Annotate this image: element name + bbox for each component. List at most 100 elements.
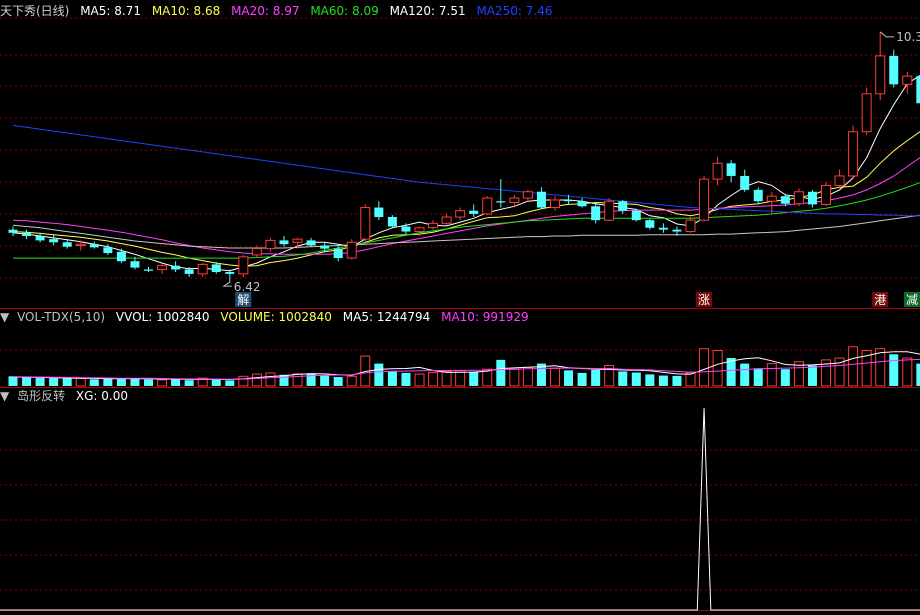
candle-body-up [685,219,696,233]
candle-body-down [171,265,181,270]
volume-bar-down [89,379,99,386]
volume-panel-header: ▼ VOL-TDX(5,10) VVOL: 1002840 VOLUME: 10… [0,308,536,326]
candle-body-down [658,227,668,230]
event-marker-2: 港 [874,293,886,307]
volume-bar-down [333,377,343,386]
volume-bar-up [251,373,262,387]
volume-bar-up [766,363,777,387]
candle-body-down [618,201,628,211]
volume-bar-up [238,375,249,387]
volume-bar-up [428,372,439,387]
candle-body-up [902,75,913,85]
ma5-label: MA5: 8.71 [80,4,141,18]
volume-bar-down [22,377,32,386]
volume-bar-up [902,357,913,387]
candle-body-up [604,200,615,221]
volume-bar-up [699,348,710,387]
volume-bar-up [157,379,168,387]
candle-body-down [591,206,601,221]
main-ma-line-ma10 [12,131,920,267]
volume-bar-down [401,372,411,386]
volume-bar-down [618,371,628,386]
volume-collapse-icon[interactable]: ▼ [0,310,9,324]
volume-bar-down [387,371,397,386]
candle-body-down [916,76,920,104]
volume-bar-down [807,365,817,386]
volume-bar-up [550,367,560,387]
ma250-label: MA250: 7.46 [476,4,553,18]
candle-body-down [49,239,59,243]
candle-body-down [753,189,763,202]
candle-body-up [766,195,777,202]
candle-body-down [116,251,126,262]
volume-title: VOL-TDX(5,10) [17,310,106,324]
volume-bar-down [374,363,384,386]
candle-body-down [306,240,316,246]
volume-bar-up [712,350,723,387]
volume-bar-down [35,377,45,386]
candle-body-up [441,216,452,224]
vol-ma10-label: MA10: 991929 [441,310,529,324]
signal-collapse-icon[interactable]: ▼ [0,389,9,403]
candle-body-down [726,163,736,176]
volume-bar-up [75,377,86,387]
ma10-label: MA10: 8.68 [151,4,221,18]
ma60-label: MA60: 8.09 [310,4,379,18]
volume-bar-down [144,379,153,386]
high-price-label: 10.38 [896,30,920,44]
volume-bar-up [875,348,886,387]
volume-bar-down [916,363,920,386]
volume-bar-down [740,363,750,386]
candle-body-down [279,240,289,245]
volume-bar-down [103,378,113,386]
candle-body-up [455,210,466,218]
candle-body-down [22,232,32,236]
volume-bar-down [49,378,59,386]
candle-body-down [320,245,330,249]
candle-body-down [387,217,397,227]
candle-body-up [265,239,276,250]
volume-bar-down [116,378,126,386]
volume-bar-up [414,373,425,387]
volume-bar-down [62,378,72,386]
candle-body-down [672,229,682,232]
volume-label: VOLUME: 1002840 [220,310,332,324]
candle-body-down [536,191,546,208]
candle-body-down [889,55,899,85]
volume-bar-down [780,369,790,386]
volume-bar-down [320,375,330,386]
candle-body-down [225,271,235,274]
candle-body-up [251,248,262,256]
volume-bar-down [8,376,18,386]
volume-bar-down [211,379,221,386]
candle-body-down [333,248,343,259]
candle-body-up [861,93,872,133]
volume-bar-down [469,371,479,386]
main-panel-header: 天下秀(日线) MA5: 8.71 MA10: 8.68 MA20: 8.97 … [0,2,559,20]
volume-bar-up [522,366,533,387]
candle-body-down [645,220,655,228]
low-price-pointer [222,281,232,287]
volume-bar-up [292,373,303,387]
candle-body-down [807,191,817,205]
vvol-label: VVOL: 1002840 [115,310,210,324]
candle-body-up [482,197,493,215]
candle-body-up [509,197,520,203]
candle-body-up [793,191,804,205]
candle-body-up [550,199,560,209]
candle-body-down [62,242,72,247]
high-price-pointer [879,31,895,38]
volume-bar-up [265,372,276,387]
volume-bar-down [577,372,587,386]
candle-body-up [428,222,439,229]
volume-bar-down [658,375,668,386]
volume-bar-down [889,354,899,386]
candle-body-down [780,196,790,204]
signal-title: 岛形反转 [17,389,66,403]
signal-line-xg [0,407,920,611]
candle-body-down [184,269,194,274]
candle-body-down [631,210,641,221]
volume-bar-up [685,372,696,387]
event-marker-3: 减 [906,293,918,307]
candle-body-up [346,241,357,259]
